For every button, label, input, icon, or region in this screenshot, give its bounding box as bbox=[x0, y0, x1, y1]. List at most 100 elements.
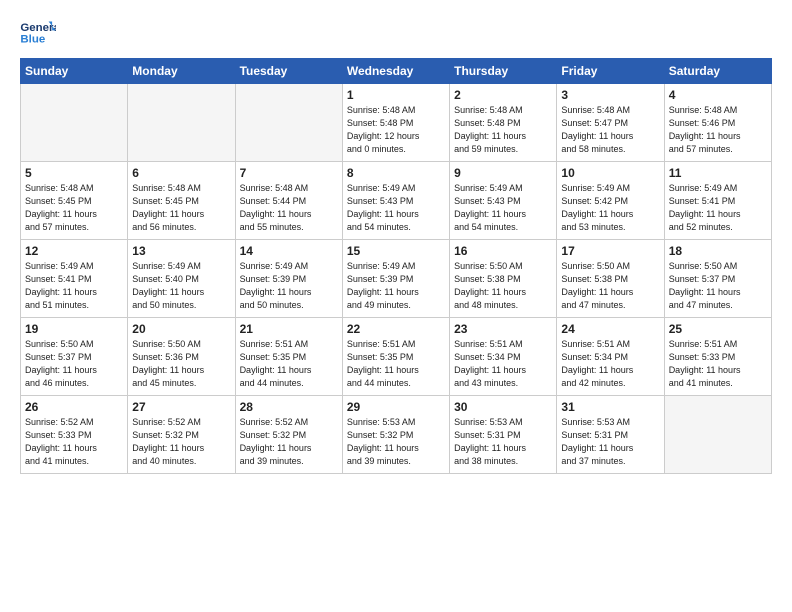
day-number: 1 bbox=[347, 88, 445, 102]
weekday-header: Wednesday bbox=[342, 59, 449, 84]
day-detail: Sunrise: 5:48 AM Sunset: 5:44 PM Dayligh… bbox=[240, 182, 338, 234]
calendar-cell: 14Sunrise: 5:49 AM Sunset: 5:39 PM Dayli… bbox=[235, 240, 342, 318]
calendar-cell: 21 Sunrise: 5:51 AM Sunset: 5:35 PM Dayli… bbox=[235, 318, 342, 396]
day-detail: Sunrise: 5:51 AM Sunset: 5:34 PM Dayligh… bbox=[454, 338, 552, 390]
day-detail: Sunrise: 5:53 AM Sunset: 5:31 PM Dayligh… bbox=[454, 416, 552, 468]
day-detail: Sunrise: 5:51 AM Sunset: 5:35 PM Dayligh… bbox=[240, 338, 338, 390]
day-detail: Sunrise: 5:48 AM Sunset: 5:48 PM Dayligh… bbox=[454, 104, 552, 156]
day-number: 13 bbox=[132, 244, 230, 258]
calendar-cell: 11 Sunrise: 5:49 AM Sunset: 5:41 PM Dayli… bbox=[664, 162, 771, 240]
day-number: 24 bbox=[561, 322, 659, 336]
day-detail: Sunrise: 5:49 AM Sunset: 5:43 PM Dayligh… bbox=[454, 182, 552, 234]
day-detail: Sunrise: 5:51 AM Sunset: 5:33 PM Dayligh… bbox=[669, 338, 767, 390]
page: General Blue SundayMondayTuesdayWednesda… bbox=[0, 0, 792, 612]
day-detail: Sunrise: 5:51 AM Sunset: 5:35 PM Dayligh… bbox=[347, 338, 445, 390]
day-number: 25 bbox=[669, 322, 767, 336]
day-detail: Sunrise: 5:49 AM Sunset: 5:41 PM Dayligh… bbox=[669, 182, 767, 234]
calendar-cell: 28 Sunrise: 5:52 AM Sunset: 5:32 PM Dayli… bbox=[235, 396, 342, 474]
day-detail: Sunrise: 5:49 AM Sunset: 5:40 PM Dayligh… bbox=[132, 260, 230, 312]
day-number: 6 bbox=[132, 166, 230, 180]
day-number: 21 bbox=[240, 322, 338, 336]
day-number: 9 bbox=[454, 166, 552, 180]
day-detail: Sunrise: 5:53 AM Sunset: 5:32 PM Dayligh… bbox=[347, 416, 445, 468]
calendar-cell: 8Sunrise: 5:49 AM Sunset: 5:43 PM Daylig… bbox=[342, 162, 449, 240]
calendar-cell: 4Sunrise: 5:48 AM Sunset: 5:46 PM Daylig… bbox=[664, 84, 771, 162]
day-number: 29 bbox=[347, 400, 445, 414]
calendar-week-row: 5 Sunrise: 5:48 AM Sunset: 5:45 PM Daylig… bbox=[21, 162, 772, 240]
day-detail: Sunrise: 5:50 AM Sunset: 5:36 PM Dayligh… bbox=[132, 338, 230, 390]
day-detail: Sunrise: 5:51 AM Sunset: 5:34 PM Dayligh… bbox=[561, 338, 659, 390]
day-number: 5 bbox=[25, 166, 123, 180]
weekday-header: Thursday bbox=[450, 59, 557, 84]
day-detail: Sunrise: 5:52 AM Sunset: 5:32 PM Dayligh… bbox=[132, 416, 230, 468]
calendar-cell: 31 Sunrise: 5:53 AM Sunset: 5:31 PM Dayli… bbox=[557, 396, 664, 474]
day-number: 11 bbox=[669, 166, 767, 180]
day-number: 8 bbox=[347, 166, 445, 180]
day-detail: Sunrise: 5:48 AM Sunset: 5:45 PM Dayligh… bbox=[25, 182, 123, 234]
day-detail: Sunrise: 5:49 AM Sunset: 5:42 PM Dayligh… bbox=[561, 182, 659, 234]
calendar-cell: 13 Sunrise: 5:49 AM Sunset: 5:40 PM Dayli… bbox=[128, 240, 235, 318]
day-number: 19 bbox=[25, 322, 123, 336]
day-detail: Sunrise: 5:48 AM Sunset: 5:47 PM Dayligh… bbox=[561, 104, 659, 156]
calendar-cell: 15 Sunrise: 5:49 AM Sunset: 5:39 PM Dayli… bbox=[342, 240, 449, 318]
day-number: 18 bbox=[669, 244, 767, 258]
day-detail: Sunrise: 5:50 AM Sunset: 5:37 PM Dayligh… bbox=[25, 338, 123, 390]
day-number: 31 bbox=[561, 400, 659, 414]
weekday-header: Saturday bbox=[664, 59, 771, 84]
day-number: 16 bbox=[454, 244, 552, 258]
calendar-cell: 25 Sunrise: 5:51 AM Sunset: 5:33 PM Dayli… bbox=[664, 318, 771, 396]
day-detail: Sunrise: 5:49 AM Sunset: 5:39 PM Dayligh… bbox=[347, 260, 445, 312]
day-number: 15 bbox=[347, 244, 445, 258]
calendar-cell: 23 Sunrise: 5:51 AM Sunset: 5:34 PM Dayli… bbox=[450, 318, 557, 396]
calendar: SundayMondayTuesdayWednesdayThursdayFrid… bbox=[20, 58, 772, 474]
svg-text:Blue: Blue bbox=[20, 34, 45, 46]
day-detail: Sunrise: 5:50 AM Sunset: 5:38 PM Dayligh… bbox=[454, 260, 552, 312]
calendar-cell bbox=[664, 396, 771, 474]
day-number: 30 bbox=[454, 400, 552, 414]
calendar-week-row: 26 Sunrise: 5:52 AM Sunset: 5:33 PM Dayli… bbox=[21, 396, 772, 474]
header: General Blue bbox=[20, 18, 772, 48]
day-detail: Sunrise: 5:52 AM Sunset: 5:33 PM Dayligh… bbox=[25, 416, 123, 468]
day-number: 7 bbox=[240, 166, 338, 180]
calendar-cell: 9 Sunrise: 5:49 AM Sunset: 5:43 PM Daylig… bbox=[450, 162, 557, 240]
calendar-week-row: 1 Sunrise: 5:48 AM Sunset: 5:48 PM Daylig… bbox=[21, 84, 772, 162]
calendar-cell: 27 Sunrise: 5:52 AM Sunset: 5:32 PM Dayli… bbox=[128, 396, 235, 474]
calendar-cell: 1Sunrise: 5:48 AM Sunset: 5:48 PM Daylig… bbox=[342, 84, 449, 162]
calendar-cell: 7 Sunrise: 5:48 AM Sunset: 5:44 PM Daylig… bbox=[235, 162, 342, 240]
day-number: 23 bbox=[454, 322, 552, 336]
day-detail: Sunrise: 5:48 AM Sunset: 5:46 PM Dayligh… bbox=[669, 104, 767, 156]
calendar-cell: 3 Sunrise: 5:48 AM Sunset: 5:47 PM Daylig… bbox=[557, 84, 664, 162]
day-detail: Sunrise: 5:48 AM Sunset: 5:45 PM Dayligh… bbox=[132, 182, 230, 234]
calendar-cell: 16 Sunrise: 5:50 AM Sunset: 5:38 PM Dayli… bbox=[450, 240, 557, 318]
calendar-cell: 5 Sunrise: 5:48 AM Sunset: 5:45 PM Daylig… bbox=[21, 162, 128, 240]
day-detail: Sunrise: 5:52 AM Sunset: 5:32 PM Dayligh… bbox=[240, 416, 338, 468]
day-number: 10 bbox=[561, 166, 659, 180]
day-number: 27 bbox=[132, 400, 230, 414]
day-detail: Sunrise: 5:50 AM Sunset: 5:37 PM Dayligh… bbox=[669, 260, 767, 312]
day-number: 26 bbox=[25, 400, 123, 414]
weekday-header: Sunday bbox=[21, 59, 128, 84]
calendar-cell: 26 Sunrise: 5:52 AM Sunset: 5:33 PM Dayli… bbox=[21, 396, 128, 474]
weekday-header-row: SundayMondayTuesdayWednesdayThursdayFrid… bbox=[21, 59, 772, 84]
day-detail: Sunrise: 5:49 AM Sunset: 5:39 PM Dayligh… bbox=[240, 260, 338, 312]
calendar-cell: 6 Sunrise: 5:48 AM Sunset: 5:45 PM Daylig… bbox=[128, 162, 235, 240]
calendar-cell bbox=[21, 84, 128, 162]
day-number: 28 bbox=[240, 400, 338, 414]
calendar-cell: 10 Sunrise: 5:49 AM Sunset: 5:42 PM Dayli… bbox=[557, 162, 664, 240]
day-detail: Sunrise: 5:53 AM Sunset: 5:31 PM Dayligh… bbox=[561, 416, 659, 468]
calendar-cell: 19 Sunrise: 5:50 AM Sunset: 5:37 PM Dayli… bbox=[21, 318, 128, 396]
weekday-header: Monday bbox=[128, 59, 235, 84]
calendar-cell: 20Sunrise: 5:50 AM Sunset: 5:36 PM Dayli… bbox=[128, 318, 235, 396]
calendar-cell bbox=[128, 84, 235, 162]
calendar-cell: 30 Sunrise: 5:53 AM Sunset: 5:31 PM Dayli… bbox=[450, 396, 557, 474]
calendar-cell: 12Sunrise: 5:49 AM Sunset: 5:41 PM Dayli… bbox=[21, 240, 128, 318]
calendar-cell bbox=[235, 84, 342, 162]
calendar-cell: 18 Sunrise: 5:50 AM Sunset: 5:37 PM Dayli… bbox=[664, 240, 771, 318]
calendar-cell: 17Sunrise: 5:50 AM Sunset: 5:38 PM Dayli… bbox=[557, 240, 664, 318]
day-number: 3 bbox=[561, 88, 659, 102]
weekday-header: Tuesday bbox=[235, 59, 342, 84]
calendar-cell: 2Sunrise: 5:48 AM Sunset: 5:48 PM Daylig… bbox=[450, 84, 557, 162]
day-number: 12 bbox=[25, 244, 123, 258]
day-detail: Sunrise: 5:50 AM Sunset: 5:38 PM Dayligh… bbox=[561, 260, 659, 312]
day-number: 22 bbox=[347, 322, 445, 336]
